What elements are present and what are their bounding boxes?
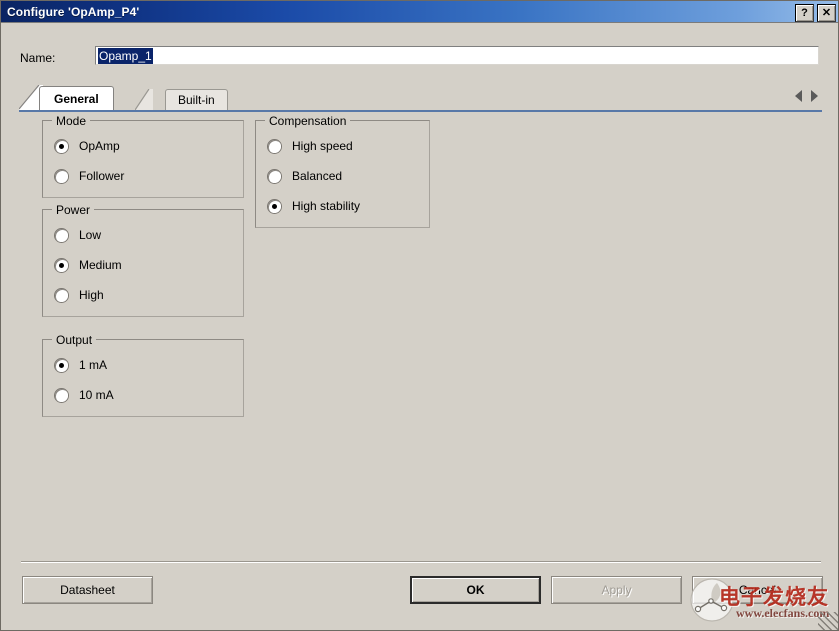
- radio-mode-opamp[interactable]: OpAmp: [55, 139, 120, 153]
- radio-mode-follower[interactable]: Follower: [55, 169, 124, 183]
- name-input[interactable]: Opamp_1: [95, 46, 819, 65]
- radio-power-medium[interactable]: Medium: [55, 258, 122, 272]
- radio-label: High: [79, 288, 104, 302]
- radio-icon: [268, 199, 281, 213]
- apply-button: Apply: [551, 576, 682, 604]
- radio-comp-high-stability[interactable]: High stability: [268, 199, 360, 213]
- radio-icon: [55, 388, 68, 402]
- tab-builtin-slant-icon: [135, 88, 153, 111]
- radio-label: 10 mA: [79, 388, 114, 402]
- ok-button[interactable]: OK: [410, 576, 541, 604]
- radio-icon: [55, 228, 68, 242]
- radio-label: Medium: [79, 258, 122, 272]
- group-output-title: Output: [52, 333, 97, 347]
- group-mode-title: Mode: [52, 114, 91, 128]
- radio-label: OpAmp: [79, 139, 120, 153]
- radio-icon: [55, 169, 68, 183]
- radio-icon: [55, 288, 68, 302]
- tab-scroll-arrows: [795, 90, 818, 102]
- chevron-right-icon[interactable]: [811, 90, 818, 102]
- close-button[interactable]: ✕: [817, 4, 836, 22]
- radio-output-1ma[interactable]: 1 mA: [55, 358, 107, 372]
- tab-general-body: General: [39, 86, 114, 110]
- name-label: Name:: [20, 51, 56, 65]
- cancel-button[interactable]: Cancel: [692, 576, 823, 604]
- group-mode: Mode OpAmp Follower: [42, 114, 244, 198]
- window-title: Configure 'OpAmp_P4': [7, 4, 140, 19]
- datasheet-button[interactable]: Datasheet: [22, 576, 153, 604]
- radio-icon: [55, 358, 68, 372]
- radio-label: 1 mA: [79, 358, 108, 372]
- tab-underline: [19, 110, 822, 112]
- help-button[interactable]: ?: [795, 4, 814, 22]
- tab-builtin[interactable]: Built-in: [135, 88, 228, 111]
- radio-comp-high-speed[interactable]: High speed: [268, 139, 353, 153]
- radio-label: High stability: [292, 199, 361, 213]
- radio-icon: [268, 169, 281, 183]
- tab-builtin-label: Built-in: [178, 93, 215, 107]
- group-power-title: Power: [52, 203, 95, 217]
- group-compensation-title: Compensation: [265, 114, 351, 128]
- tab-strip: General Built-in: [19, 85, 822, 112]
- radio-label: Follower: [79, 169, 125, 183]
- group-compensation: Compensation High speed Balanced High st…: [255, 114, 430, 228]
- radio-comp-balanced[interactable]: Balanced: [268, 169, 342, 183]
- title-bar-buttons: ? ✕: [795, 4, 836, 22]
- footer-separator: [21, 561, 821, 563]
- chevron-left-icon[interactable]: [795, 90, 802, 102]
- tab-builtin-body: Built-in: [165, 89, 228, 110]
- tab-general-label: General: [54, 91, 99, 106]
- radio-power-low[interactable]: Low: [55, 228, 101, 242]
- radio-output-10ma[interactable]: 10 mA: [55, 388, 114, 402]
- title-bar: Configure 'OpAmp_P4' ? ✕: [1, 1, 838, 23]
- radio-icon: [55, 139, 68, 153]
- group-output: Output 1 mA 10 mA: [42, 333, 244, 417]
- name-input-value: Opamp_1: [98, 47, 153, 64]
- configure-opamp-dialog: Configure 'OpAmp_P4' ? ✕ Name: Opamp_1 G…: [0, 0, 839, 631]
- radio-icon: [55, 258, 68, 272]
- group-power: Power Low Medium High: [42, 203, 244, 317]
- radio-label: High speed: [292, 139, 353, 153]
- radio-label: Balanced: [292, 169, 343, 183]
- radio-label: Low: [79, 228, 102, 242]
- radio-power-high[interactable]: High: [55, 288, 104, 302]
- watermark-url-text: www.elecfans.com: [736, 606, 830, 620]
- watermark-hatch-icon: [818, 612, 838, 630]
- tab-general[interactable]: General: [19, 85, 114, 110]
- name-row: Name: Opamp_1: [1, 23, 838, 65]
- radio-icon: [268, 139, 281, 153]
